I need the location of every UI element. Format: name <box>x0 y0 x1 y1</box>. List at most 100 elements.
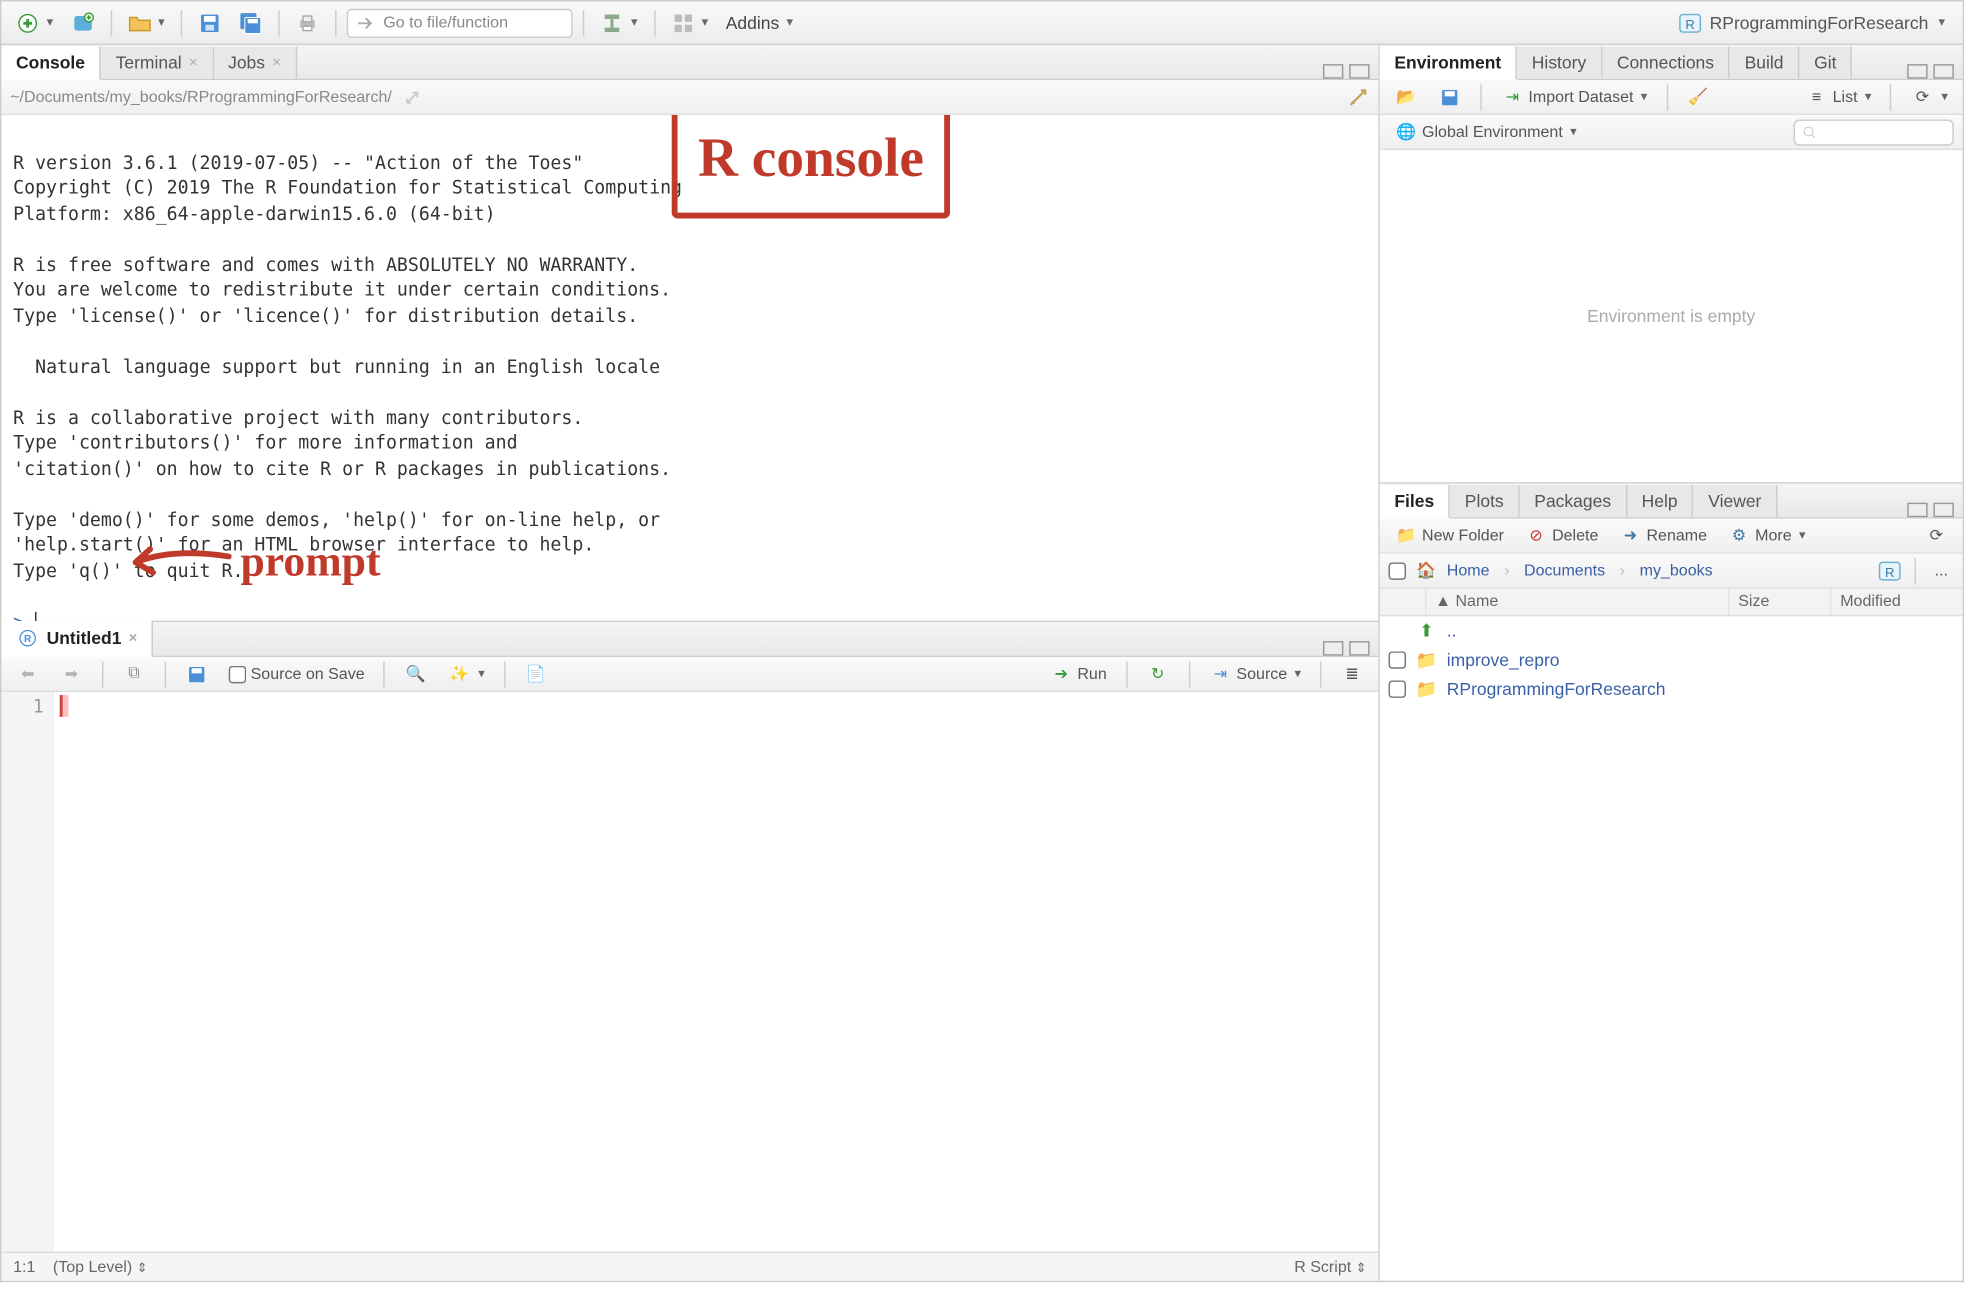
env-search-input[interactable] <box>1794 119 1954 145</box>
save-all-button[interactable] <box>233 8 268 37</box>
outline-button[interactable]: ≣ <box>1335 659 1370 688</box>
source-on-save-checkbox[interactable] <box>229 665 246 682</box>
file-row-rprogramming[interactable]: 📁 RProgrammingForResearch <box>1380 675 1963 704</box>
minimize-pane-button[interactable] <box>1323 64 1343 79</box>
save-workspace-button[interactable] <box>1432 82 1467 111</box>
breadcrumb-home[interactable]: Home <box>1447 562 1490 579</box>
forward-button[interactable]: ➡ <box>54 659 89 688</box>
tab-terminal[interactable]: Terminal× <box>101 47 213 79</box>
tab-history[interactable]: History <box>1517 47 1602 79</box>
code-area[interactable] <box>54 692 1378 1251</box>
tab-build[interactable]: Build <box>1730 47 1799 79</box>
back-button[interactable]: ⬅ <box>10 659 45 688</box>
new-project-button[interactable] <box>65 8 100 37</box>
more-button[interactable]: ⚙More▾ <box>1722 521 1812 550</box>
refresh-env-button[interactable]: ⟳▾ <box>1905 82 1954 111</box>
source-editor[interactable]: 1 <box>1 692 1378 1251</box>
tab-untitled1[interactable]: R Untitled1 × <box>1 621 153 657</box>
save-icon <box>185 662 208 685</box>
project-name: RProgrammingForResearch <box>1710 12 1929 32</box>
minimize-pane-button[interactable] <box>1907 503 1927 518</box>
clear-console-icon[interactable] <box>1346 85 1369 108</box>
popout-icon[interactable] <box>401 85 424 108</box>
minimize-pane-button[interactable] <box>1907 64 1927 79</box>
tab-files[interactable]: Files <box>1380 485 1450 519</box>
close-icon[interactable]: × <box>189 55 198 71</box>
col-name[interactable]: ▲ Name <box>1426 589 1729 615</box>
breadcrumb-documents[interactable]: Documents <box>1524 562 1605 579</box>
tab-viewer[interactable]: Viewer <box>1694 485 1778 517</box>
chevron-right-icon: › <box>1620 562 1625 579</box>
save-button[interactable] <box>192 8 227 37</box>
list-view-button[interactable]: ≡List▾ <box>1799 82 1877 111</box>
list-icon: ≡ <box>1805 85 1828 108</box>
rproject-badge-icon[interactable]: R <box>1878 559 1901 582</box>
tab-plots[interactable]: Plots <box>1450 485 1519 517</box>
file-checkbox[interactable] <box>1389 651 1406 668</box>
file-checkbox[interactable] <box>1389 680 1406 697</box>
grid-button[interactable]: ▾ <box>665 8 714 37</box>
select-all-checkbox[interactable] <box>1389 562 1406 579</box>
delete-button[interactable]: ⊘Delete <box>1519 521 1605 550</box>
file-row-improve-repro[interactable]: 📁 improve_repro <box>1380 645 1963 674</box>
tab-packages[interactable]: Packages <box>1520 485 1627 517</box>
outline-icon: ≣ <box>1340 662 1363 685</box>
chevron-right-icon: › <box>1504 562 1509 579</box>
source-toolbar: ⬅ ➡ ⧉ Source on Save 🔍 ✨▾ 📄 ➔Run ↻ <box>1 657 1378 692</box>
close-icon[interactable]: × <box>129 630 138 646</box>
close-icon[interactable]: × <box>272 55 281 71</box>
new-folder-button[interactable]: 📁New Folder <box>1389 521 1510 550</box>
col-size[interactable]: Size <box>1729 589 1831 615</box>
addins-button[interactable]: Addins ▾ <box>720 9 799 35</box>
maximize-pane-button[interactable] <box>1933 503 1953 518</box>
tools-button[interactable]: ▾ <box>595 8 644 37</box>
env-scope-selector[interactable]: 🌐Global Environment▾ <box>1389 117 1583 146</box>
clear-workspace-button[interactable]: 🧹 <box>1681 82 1716 111</box>
tab-console[interactable]: Console <box>1 47 101 81</box>
rename-button[interactable]: ➜Rename <box>1613 521 1713 550</box>
tab-git[interactable]: Git <box>1800 47 1853 79</box>
more-path-button[interactable]: ... <box>1929 559 1954 582</box>
goto-file-function-input[interactable]: Go to file/function <box>347 8 573 37</box>
source-tabs: R Untitled1 × <box>1 622 1378 657</box>
file-name-rprogramming[interactable]: RProgrammingForResearch <box>1447 679 1666 699</box>
wand-button[interactable]: ✨▾ <box>442 659 491 688</box>
file-name-improve-repro[interactable]: improve_repro <box>1447 650 1560 670</box>
file-type-selector[interactable]: R Script ⇕ <box>1294 1258 1366 1275</box>
maximize-pane-button[interactable] <box>1349 641 1369 656</box>
print-button[interactable] <box>290 8 325 37</box>
breadcrumb-mybooks[interactable]: my_books <box>1640 562 1713 579</box>
tab-help[interactable]: Help <box>1627 485 1694 517</box>
file-name-up[interactable]: .. <box>1447 621 1457 641</box>
files-toolbar: 📁New Folder ⊘Delete ➜Rename ⚙More▾ ⟳ <box>1380 519 1963 554</box>
maximize-pane-button[interactable] <box>1349 64 1369 79</box>
compile-report-button[interactable]: 📄 <box>518 659 553 688</box>
file-row-up[interactable]: ⬆ .. <box>1380 616 1963 645</box>
show-in-new-window-button[interactable]: ⧉ <box>117 659 152 688</box>
tab-jobs[interactable]: Jobs× <box>214 47 297 79</box>
editor-cursor <box>60 695 69 717</box>
home-icon[interactable]: 🏠 <box>1415 559 1438 582</box>
col-modified[interactable]: Modified <box>1831 589 1962 615</box>
project-selector[interactable]: R RProgrammingForResearch ▾ <box>1670 8 1954 37</box>
refresh-files-button[interactable]: ⟳ <box>1919 521 1954 550</box>
source-label: Source <box>1236 665 1287 682</box>
import-dataset-button[interactable]: ⇥Import Dataset▾ <box>1495 82 1653 111</box>
source-on-save-toggle[interactable]: Source on Save <box>223 662 371 685</box>
console-output[interactable]: R version 3.6.1 (2019-07-05) -- "Action … <box>1 115 1378 621</box>
run-button[interactable]: ➔Run <box>1044 659 1113 688</box>
new-file-button[interactable]: ▾ <box>10 8 59 37</box>
tab-environment[interactable]: Environment <box>1380 47 1517 81</box>
minimize-pane-button[interactable] <box>1323 641 1343 656</box>
load-workspace-button[interactable]: 📂 <box>1389 82 1424 111</box>
refresh-icon: ⟳ <box>1911 85 1934 108</box>
source-button[interactable]: ⇥Source▾ <box>1203 659 1307 688</box>
save-source-button[interactable] <box>179 659 214 688</box>
open-file-button[interactable]: ▾ <box>122 8 171 37</box>
save-icon <box>198 11 221 34</box>
rerun-button[interactable]: ↻ <box>1140 659 1175 688</box>
tab-connections[interactable]: Connections <box>1602 47 1730 79</box>
scope-selector[interactable]: (Top Level) ⇕ <box>53 1258 148 1275</box>
find-button[interactable]: 🔍 <box>398 659 433 688</box>
maximize-pane-button[interactable] <box>1933 64 1953 79</box>
